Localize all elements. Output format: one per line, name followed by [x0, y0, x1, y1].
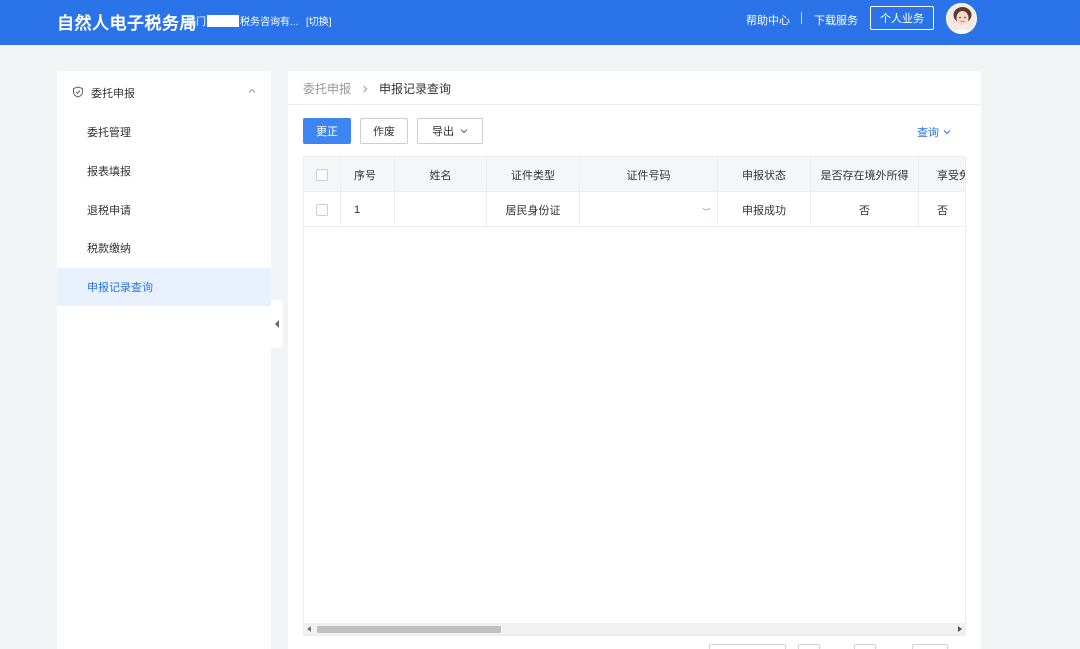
sidebar-collapse-handle[interactable] [271, 300, 283, 348]
col-header-index: 序号 [341, 157, 395, 192]
help-center-link[interactable]: 帮助中心 [746, 12, 790, 28]
cell-index: 1 [341, 192, 395, 227]
chevron-down-icon [460, 129, 468, 134]
horizontal-scrollbar[interactable] [304, 623, 965, 635]
cell-name [395, 192, 487, 227]
redacted-block [207, 14, 239, 27]
correct-button[interactable]: 更正 [303, 118, 351, 144]
app-title: 自然人电子税务局 [57, 14, 197, 33]
main-panel: 委托申报 申报记录查询 更正 作废 导出 查询 序号 姓名 证件类型 证件号码 … [288, 71, 981, 649]
breadcrumb-parent[interactable]: 委托申报 [303, 80, 351, 97]
sidebar-item-tax-payment[interactable]: 税款缴纳 [57, 229, 271, 267]
top-header: 自然人电子税务局 厦门 税务咨询有... [切换] 帮助中心 下载服务 个人业务 [0, 0, 1080, 45]
goto-page-input[interactable] [912, 644, 948, 649]
col-header-foreign-income: 是否存在境外所得 [811, 157, 919, 192]
chevron-up-icon [248, 88, 256, 93]
cell-status: 申报成功 [718, 192, 811, 227]
sidebar-group-entrusted-filing[interactable]: 委托申报 [57, 71, 271, 113]
divider [288, 104, 981, 105]
row-select-cell [304, 192, 341, 227]
export-button[interactable]: 导出 [417, 118, 483, 144]
scroll-right-icon[interactable] [958, 626, 962, 632]
col-header-id-type: 证件类型 [487, 157, 580, 192]
sidebar: 委托申报 委托管理 报表填报 退税申请 税款缴纳 申报记录查询 [57, 71, 271, 649]
sidebar-item-tax-refund[interactable]: 退税申请 [57, 191, 271, 229]
avatar[interactable] [946, 3, 977, 34]
eye-toggle-icon[interactable] [702, 206, 711, 213]
export-label: 导出 [432, 126, 454, 138]
query-toggle[interactable]: 查询 [917, 124, 951, 140]
cell-id-number [580, 192, 718, 227]
select-all-checkbox[interactable] [316, 168, 328, 181]
cell-exempt: 否 [937, 204, 948, 217]
chevron-down-icon [943, 130, 951, 135]
query-label: 查询 [917, 127, 939, 139]
personal-business-button[interactable]: 个人业务 [870, 6, 934, 30]
breadcrumb-current: 申报记录查询 [379, 82, 452, 96]
col-header-status: 申报状态 [718, 157, 811, 192]
header-divider [801, 12, 802, 24]
page-size-select[interactable] [709, 644, 786, 649]
row-checkbox[interactable] [316, 203, 328, 216]
col-header-id-number: 证件号码 [580, 157, 718, 192]
cell-id-type: 居民身份证 [487, 192, 580, 227]
download-service-link[interactable]: 下载服务 [814, 12, 858, 28]
records-table: 序号 姓名 证件类型 证件号码 申报状态 是否存在境外所得 享受免 1 居民身份… [303, 156, 966, 636]
select-all-cell [304, 157, 341, 192]
switch-link[interactable]: [切换] [306, 13, 332, 28]
table-header: 序号 姓名 证件类型 证件号码 申报状态 是否存在境外所得 享受免 [304, 157, 965, 192]
scroll-thumb[interactable] [317, 626, 501, 633]
breadcrumb: 委托申报 申报记录查询 [303, 80, 451, 97]
next-page-button[interactable] [854, 644, 876, 649]
sidebar-item-filing-records[interactable]: 申报记录查询 [57, 268, 271, 306]
prev-page-button[interactable] [798, 644, 820, 649]
shield-icon [73, 86, 83, 98]
col-header-name: 姓名 [395, 157, 487, 192]
table-row[interactable]: 1 居民身份证 申报成功 否 否 [304, 192, 965, 227]
chevron-right-icon [363, 85, 368, 92]
void-button[interactable]: 作废 [360, 118, 408, 144]
col-header-exempt: 享受免 [937, 169, 965, 182]
org-name: 厦门 税务咨询有... [186, 13, 298, 28]
sidebar-item-entrust-management[interactable]: 委托管理 [57, 113, 271, 151]
org-suffix: 税务咨询有... [240, 17, 299, 28]
avatar-icon [947, 4, 976, 33]
cell-foreign-income: 否 [811, 192, 919, 227]
caret-left-icon [275, 320, 279, 328]
org-prefix: 厦门 [186, 17, 206, 28]
sidebar-item-form-filling[interactable]: 报表填报 [57, 152, 271, 190]
scroll-left-icon[interactable] [307, 626, 311, 632]
sidebar-group-label: 委托申报 [91, 88, 135, 100]
